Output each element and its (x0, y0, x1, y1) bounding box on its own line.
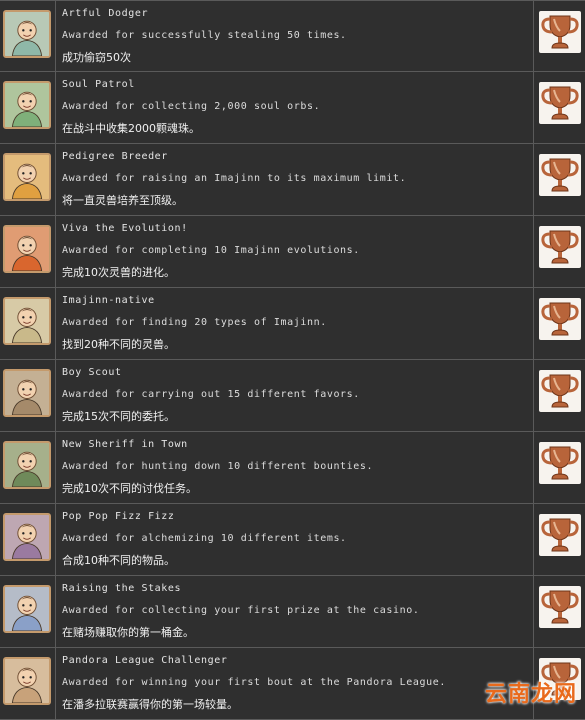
trophy-cell (534, 216, 585, 287)
achievement-text-cell: Boy Scout Awarded for carrying out 15 dif… (56, 360, 534, 431)
achievement-row: New Sheriff in Town Awarded for hunting d… (0, 432, 585, 504)
achievement-description: Awarded for hunting down 10 different bo… (62, 461, 374, 472)
achievement-row: Raising the Stakes Awarded for collecting… (0, 576, 585, 648)
trophy-cell (534, 504, 585, 575)
achievement-description-cn: 找到20种不同的灵兽。 (62, 338, 175, 351)
achievement-title: Pop Pop Fizz Fizz (62, 511, 175, 522)
achievement-text-cell: Raising the Stakes Awarded for collecting… (56, 576, 534, 647)
viva-evolution-icon (3, 225, 51, 273)
bronze-trophy-icon (539, 442, 581, 484)
achievement-description: Awarded for collecting your first prize … (62, 605, 420, 616)
achievement-description: Awarded for collecting 2,000 soul orbs. (62, 101, 321, 112)
bronze-trophy-icon (539, 370, 581, 412)
achievement-description: Awarded for winning your first bout at t… (62, 677, 446, 688)
bronze-trophy-icon (539, 226, 581, 268)
achievement-title: Soul Patrol (62, 79, 135, 90)
achievement-title: New Sheriff in Town (62, 439, 188, 450)
artful-dodger-icon (3, 10, 51, 58)
achievement-icon-cell (0, 72, 56, 143)
achievement-description: Awarded for carrying out 15 different fa… (62, 389, 360, 400)
achievement-row: Imajinn-native Awarded for finding 20 typ… (0, 288, 585, 360)
achievement-text-cell: New Sheriff in Town Awarded for hunting d… (56, 432, 534, 503)
achievement-title: Pedigree Breeder (62, 151, 168, 162)
bronze-trophy-icon (539, 154, 581, 196)
achievement-row: Pop Pop Fizz Fizz Awarded for alchemizing… (0, 504, 585, 576)
achievement-title: Viva the Evolution! (62, 223, 188, 234)
achievement-title: Imajinn-native (62, 295, 155, 306)
bronze-trophy-icon (539, 298, 581, 340)
trophy-cell (534, 288, 585, 359)
achievement-text-cell: Artful Dodger Awarded for successfully st… (56, 1, 534, 72)
trophy-cell (534, 432, 585, 503)
pop-pop-fizz-icon (3, 513, 51, 561)
achievement-row: Soul Patrol Awarded for collecting 2,000 … (0, 72, 585, 144)
achievement-text-cell: Pedigree Breeder Awarded for raising an I… (56, 144, 534, 215)
achievement-description-cn: 完成15次不同的委托。 (62, 410, 175, 423)
achievement-title: Artful Dodger (62, 8, 149, 19)
site-watermark: 云南龙网 (484, 682, 577, 707)
achievement-icon-cell (0, 432, 56, 503)
achievement-text-cell: Soul Patrol Awarded for collecting 2,000 … (56, 72, 534, 143)
achievement-description-cn: 在战斗中收集2000颗魂珠。 (62, 122, 200, 135)
trophy-cell (534, 72, 585, 143)
pedigree-breeder-icon (3, 153, 51, 201)
achievement-icon-cell (0, 288, 56, 359)
achievement-list: Artful Dodger Awarded for successfully st… (0, 0, 585, 720)
bronze-trophy-icon (539, 11, 581, 53)
achievement-row: Boy Scout Awarded for carrying out 15 dif… (0, 360, 585, 432)
achievement-text-cell: Imajinn-native Awarded for finding 20 typ… (56, 288, 534, 359)
raising-stakes-icon (3, 585, 51, 633)
achievement-description: Awarded for successfully stealing 50 tim… (62, 30, 347, 41)
achievement-description-cn: 将一直灵兽培养至顶级。 (62, 194, 183, 207)
achievement-icon-cell (0, 1, 56, 72)
achievement-description-cn: 在赌场赚取你的第一桶金。 (62, 626, 194, 639)
achievement-description-cn: 完成10次不同的讨伐任务。 (62, 482, 197, 495)
achievement-icon-cell (0, 576, 56, 647)
achievement-row: Artful Dodger Awarded for successfully st… (0, 0, 585, 72)
achievement-text-cell: Viva the Evolution! Awarded for completin… (56, 216, 534, 287)
new-sheriff-icon (3, 441, 51, 489)
achievement-description: Awarded for finding 20 types of Imajinn. (62, 317, 327, 328)
achievement-icon-cell (0, 144, 56, 215)
achievement-description-cn: 合成10种不同的物品。 (62, 554, 175, 567)
imajinn-native-icon (3, 297, 51, 345)
pandora-league-icon (3, 657, 51, 705)
achievement-text-cell: Pandora League Challenger Awarded for win… (56, 648, 534, 719)
bronze-trophy-icon (539, 82, 581, 124)
achievement-icon-cell (0, 648, 56, 719)
achievement-description-cn: 在潘多拉联赛赢得你的第一场较量。 (62, 698, 238, 711)
achievement-description: Awarded for raising an Imajinn to its ma… (62, 173, 407, 184)
boy-scout-icon (3, 369, 51, 417)
achievement-description: Awarded for completing 10 Imajinn evolut… (62, 245, 360, 256)
achievement-title: Boy Scout (62, 367, 122, 378)
achievement-description-cn: 成功偷窃50次 (62, 51, 131, 64)
achievement-title: Pandora League Challenger (62, 655, 228, 666)
achievement-icon-cell (0, 360, 56, 431)
trophy-cell (534, 144, 585, 215)
trophy-cell (534, 360, 585, 431)
achievement-row: Pedigree Breeder Awarded for raising an I… (0, 144, 585, 216)
trophy-cell (534, 576, 585, 647)
bronze-trophy-icon (539, 514, 581, 556)
achievement-title: Raising the Stakes (62, 583, 182, 594)
achievement-row: Viva the Evolution! Awarded for completin… (0, 216, 585, 288)
trophy-cell (534, 1, 585, 72)
achievement-icon-cell (0, 216, 56, 287)
soul-patrol-icon (3, 81, 51, 129)
achievement-description-cn: 完成10次灵兽的进化。 (62, 266, 175, 279)
achievement-text-cell: Pop Pop Fizz Fizz Awarded for alchemizing… (56, 504, 534, 575)
achievement-description: Awarded for alchemizing 10 different ite… (62, 533, 347, 544)
achievement-icon-cell (0, 504, 56, 575)
bronze-trophy-icon (539, 586, 581, 628)
